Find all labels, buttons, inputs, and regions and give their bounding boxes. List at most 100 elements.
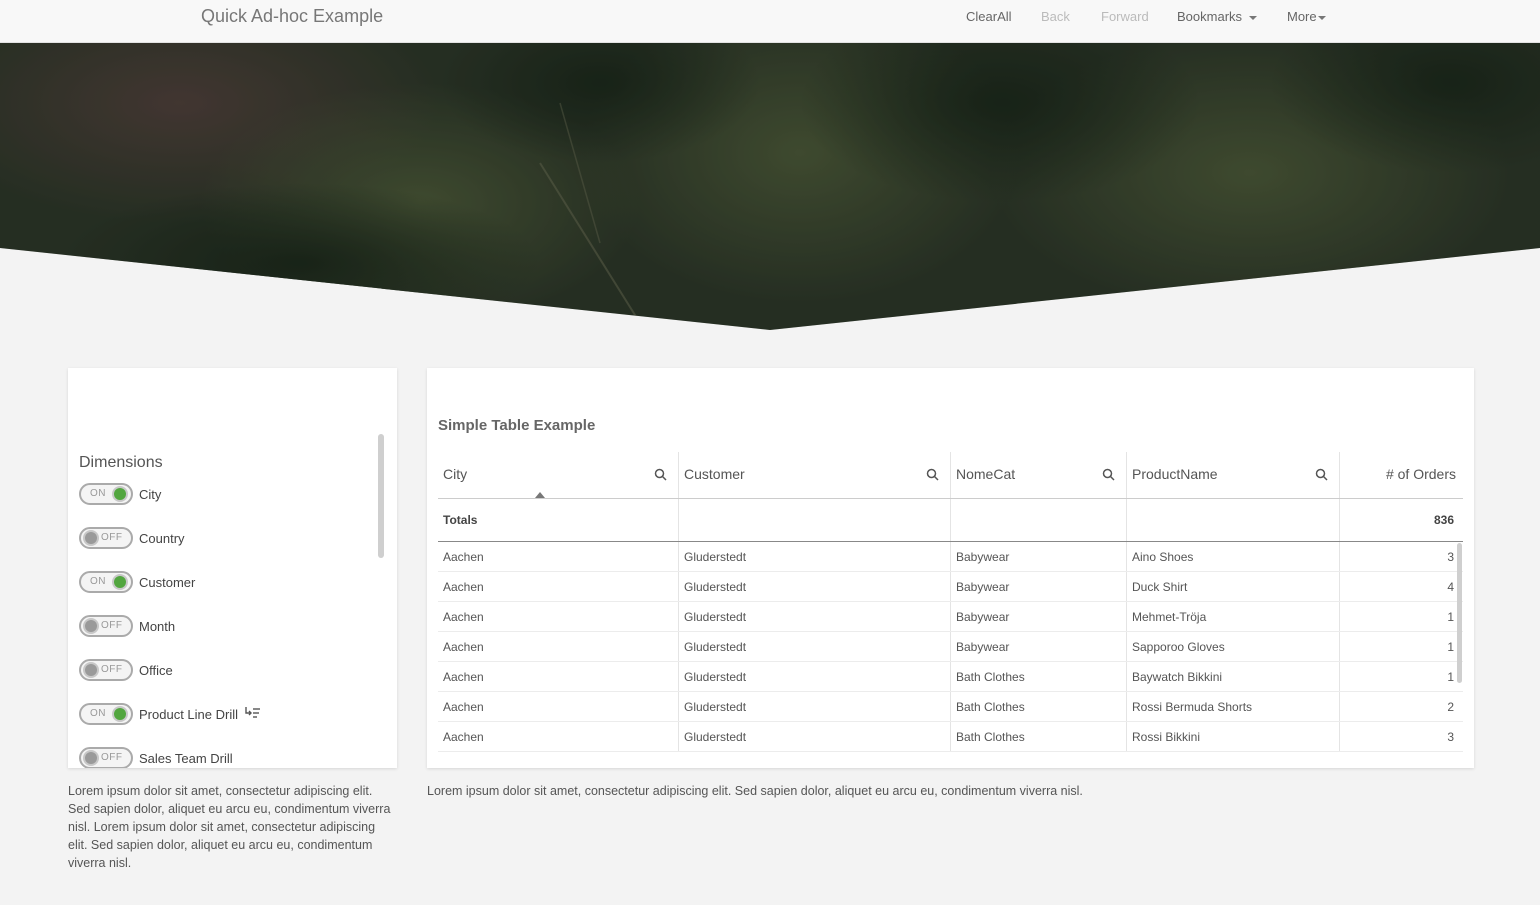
table-cell[interactable]: 1 — [1340, 632, 1463, 661]
table-row[interactable]: Aachen Gluderstedt Babywear Aino Shoes 3 — [438, 542, 1463, 572]
caret-down-icon — [1248, 15, 1257, 20]
app-title[interactable]: Quick Ad-hoc Example — [201, 6, 383, 27]
table-cell[interactable]: Bath Clothes — [951, 722, 1127, 751]
toggle-knob — [85, 532, 97, 544]
toggle-sales-team-drill[interactable]: OFF — [79, 747, 133, 768]
table-title: Simple Table Example — [438, 417, 596, 434]
table-cell[interactable]: Aachen — [438, 542, 679, 571]
table-row[interactable]: Aachen Gluderstedt Babywear Mehmet-Tröja 1 — [438, 602, 1463, 632]
table-cell[interactable]: Bath Clothes — [951, 662, 1127, 691]
toggle-state-label: ON — [90, 488, 106, 499]
table-cell[interactable]: Gluderstedt — [679, 572, 951, 601]
more-menu[interactable]: More — [1287, 9, 1326, 24]
column-header-customer[interactable]: Customer — [679, 452, 951, 498]
forward-button[interactable]: Forward — [1101, 9, 1149, 24]
caret-down-icon — [1317, 15, 1326, 20]
toggle-city[interactable]: ON — [79, 483, 133, 505]
column-label: City — [443, 466, 468, 482]
column-header-nomecat[interactable]: NomeCat — [951, 452, 1127, 498]
table-cell[interactable]: Sapporoo Gloves — [1127, 632, 1340, 661]
table-cell[interactable]: Rossi Bermuda Shorts — [1127, 692, 1340, 721]
table-cell[interactable]: Gluderstedt — [679, 722, 951, 751]
dimension-label: City — [139, 486, 162, 502]
table-row[interactable]: Aachen Gluderstedt Bath Clothes Baywatch Bi… — [438, 662, 1463, 692]
column-header-productname[interactable]: ProductName — [1127, 452, 1340, 498]
table-cell[interactable]: Baywatch Bikkini — [1127, 662, 1340, 691]
column-label: ProductName — [1132, 466, 1218, 482]
dimension-row-product-line-drill: ON Product Line Drill — [79, 703, 262, 725]
table-cell[interactable]: Aachen — [438, 722, 679, 751]
table-cell[interactable]: Aachen — [438, 632, 679, 661]
more-label: More — [1287, 9, 1317, 24]
dimension-label: Country — [139, 530, 185, 546]
table-cell[interactable]: 3 — [1340, 542, 1463, 571]
search-icon[interactable] — [926, 468, 939, 481]
table-cell[interactable]: Babywear — [951, 572, 1127, 601]
table-cell[interactable]: Gluderstedt — [679, 662, 951, 691]
table-cell[interactable]: Babywear — [951, 542, 1127, 571]
table-cell[interactable]: Gluderstedt — [679, 632, 951, 661]
search-icon[interactable] — [654, 468, 667, 481]
dimension-label: Month — [139, 618, 176, 634]
table-cell[interactable]: 1 — [1340, 602, 1463, 631]
table-cell[interactable]: Rossi Bikkini — [1127, 722, 1340, 751]
dimension-label: Sales Team Drill — [139, 750, 233, 766]
table-cell[interactable]: 1 — [1340, 662, 1463, 691]
table-cell[interactable]: Aachen — [438, 692, 679, 721]
table-cell[interactable]: Gluderstedt — [679, 542, 951, 571]
clear-all-button[interactable]: ClearAll — [966, 9, 1012, 24]
bookmarks-menu[interactable]: Bookmarks — [1177, 9, 1257, 24]
toggle-office[interactable]: OFF — [79, 659, 133, 681]
table-cell[interactable]: Aachen — [438, 572, 679, 601]
table-cell[interactable]: 2 — [1340, 692, 1463, 721]
table-cell[interactable]: Duck Shirt — [1127, 572, 1340, 601]
scrollbar[interactable] — [1457, 543, 1462, 683]
dimension-label: Product Line Drill — [139, 706, 238, 722]
column-header-city[interactable]: City — [438, 452, 679, 498]
toggle-month[interactable]: OFF — [79, 615, 133, 637]
toggle-state-label: OFF — [101, 664, 123, 675]
dimension-row-sales-team-drill: OFF Sales Team Drill — [79, 747, 233, 768]
toggle-state-label: ON — [90, 576, 106, 587]
search-icon[interactable] — [1315, 468, 1328, 481]
column-header-orders[interactable]: # of Orders — [1340, 452, 1463, 498]
toggle-knob — [114, 576, 126, 588]
table-panel: Simple Table Example City Customer NomeC… — [427, 368, 1474, 768]
toggle-country[interactable]: OFF — [79, 527, 133, 549]
table-cell[interactable]: Aachen — [438, 602, 679, 631]
toggle-customer[interactable]: ON — [79, 571, 133, 593]
table-cell[interactable]: Babywear — [951, 602, 1127, 631]
table-cell[interactable]: Gluderstedt — [679, 602, 951, 631]
table-row[interactable]: Aachen Gluderstedt Bath Clothes Rossi Bermu… — [438, 692, 1463, 722]
sort-ascending-icon — [535, 492, 545, 498]
hero-banner — [0, 43, 1540, 333]
table-cell[interactable]: 3 — [1340, 722, 1463, 751]
table-cell[interactable]: 4 — [1340, 572, 1463, 601]
table-cell — [1127, 499, 1340, 541]
table-cell[interactable]: Gluderstedt — [679, 692, 951, 721]
dimension-row-month: OFF Month — [79, 615, 175, 637]
back-button[interactable]: Back — [1041, 9, 1070, 24]
toggle-state-label: OFF — [101, 532, 123, 543]
table-cell[interactable]: Aino Shoes — [1127, 542, 1340, 571]
table-cell — [679, 499, 951, 541]
table-cell[interactable]: Mehmet-Tröja — [1127, 602, 1340, 631]
table-cell[interactable]: Babywear — [951, 632, 1127, 661]
column-label: NomeCat — [956, 466, 1016, 482]
table-cell[interactable]: Bath Clothes — [951, 692, 1127, 721]
totals-row: Totals 836 — [438, 499, 1463, 542]
scrollbar[interactable] — [378, 434, 384, 558]
table-cell[interactable]: Aachen — [438, 662, 679, 691]
left-description: Lorem ipsum dolor sit amet, consectetur … — [68, 784, 391, 870]
toggle-product-line-drill[interactable]: ON — [79, 703, 133, 725]
table-row[interactable]: Aachen Gluderstedt Babywear Duck Shirt 4 — [438, 572, 1463, 602]
right-description: Lorem ipsum dolor sit amet, consectetur … — [427, 784, 1083, 798]
toggle-knob — [114, 488, 126, 500]
bookmarks-label: Bookmarks — [1177, 9, 1243, 24]
search-icon[interactable] — [1102, 468, 1115, 481]
table-row[interactable]: Aachen Gluderstedt Babywear Sapporoo Gloves… — [438, 632, 1463, 662]
table-cell — [951, 499, 1127, 541]
toggle-knob — [114, 708, 126, 720]
totals-value: 836 — [1433, 513, 1454, 527]
table-row[interactable]: Aachen Gluderstedt Bath Clothes Rossi Bikki… — [438, 722, 1463, 752]
